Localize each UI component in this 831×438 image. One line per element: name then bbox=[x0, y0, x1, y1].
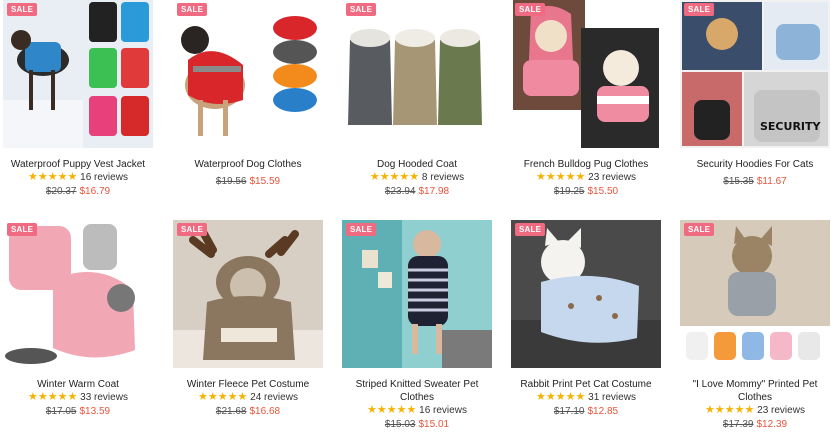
product-price: $20.37 $16.79 bbox=[3, 186, 153, 198]
product-title[interactable]: Rabbit Print Pet Cat Costume bbox=[511, 378, 661, 391]
rating-stars-icon: ★★★★★ bbox=[536, 391, 586, 403]
product-title[interactable]: Striped Knitted Sweater Pet Clothes bbox=[342, 378, 492, 404]
sale-badge: SALE bbox=[346, 223, 377, 236]
sale-badge: SALE bbox=[7, 3, 38, 16]
product-price: $23.94 $17.98 bbox=[342, 186, 492, 198]
rating-stars-icon: ★★★★★ bbox=[28, 171, 78, 183]
sale-badge: SALE bbox=[684, 223, 715, 236]
sale-price: $13.59 bbox=[79, 406, 111, 417]
product-price: $15.03 $15.01 bbox=[342, 419, 492, 431]
product-image[interactable]: SALE bbox=[173, 0, 323, 148]
product-rating: ★★★★★ 16 reviews bbox=[3, 171, 153, 184]
product-title[interactable]: French Bulldog Pug Clothes bbox=[511, 158, 661, 171]
sale-badge: SALE bbox=[7, 223, 38, 236]
product-grid: SALE Waterproof Puppy Vest Jacket ★★★★★ … bbox=[0, 0, 831, 438]
sale-badge: SALE bbox=[515, 3, 546, 16]
sale-badge: SALE bbox=[684, 3, 715, 16]
sale-badge: SALE bbox=[515, 223, 546, 236]
product-rating: ★★★★★ 31 reviews bbox=[511, 391, 661, 404]
rating-stars-icon: ★★★★★ bbox=[367, 404, 417, 416]
review-count: 24 reviews bbox=[250, 392, 298, 403]
original-price: $15.03 bbox=[384, 419, 416, 430]
sale-price: $15.59 bbox=[249, 176, 281, 187]
review-count: 23 reviews bbox=[757, 405, 805, 416]
sale-price: $15.01 bbox=[418, 419, 450, 430]
product-image[interactable]: SALE bbox=[173, 220, 323, 368]
sale-price: $12.39 bbox=[756, 419, 788, 430]
product-price: $21.68 $16.68 bbox=[173, 406, 323, 418]
review-count: 23 reviews bbox=[588, 172, 636, 183]
product-image[interactable]: SALE bbox=[680, 220, 830, 368]
original-price: $15.35 bbox=[723, 176, 754, 187]
product-price: $19.56 $15.59 bbox=[173, 176, 323, 188]
review-count: 16 reviews bbox=[419, 405, 467, 416]
rating-stars-icon: ★★★★★ bbox=[705, 404, 755, 416]
product-rating: ★★★★★ 24 reviews bbox=[173, 391, 323, 404]
product-rating: ★★★★★ 16 reviews bbox=[342, 404, 492, 417]
product-rating: ★★★★★ 23 reviews bbox=[680, 404, 830, 417]
product-title[interactable]: Waterproof Puppy Vest Jacket bbox=[3, 158, 153, 171]
review-count: 8 reviews bbox=[421, 172, 465, 183]
original-price: $19.56 bbox=[215, 176, 247, 187]
product-rating: ★★★★★ 8 reviews bbox=[342, 171, 492, 184]
product-price: $15.35 $11.67 bbox=[680, 176, 830, 188]
product-image[interactable]: SALE bbox=[342, 220, 492, 368]
product-title[interactable]: Dog Hooded Coat bbox=[342, 158, 492, 171]
product-image[interactable]: SECURITY SALE bbox=[680, 0, 830, 148]
product-price: $17.39 $12.39 bbox=[680, 419, 830, 431]
product-image[interactable]: SALE bbox=[3, 0, 153, 148]
svg-text:SECURITY: SECURITY bbox=[760, 120, 822, 133]
sale-price: $11.67 bbox=[756, 176, 787, 187]
sale-price: $12.85 bbox=[587, 406, 619, 417]
review-count: 33 reviews bbox=[80, 392, 128, 403]
original-price: $23.94 bbox=[384, 186, 416, 197]
sale-badge: SALE bbox=[177, 223, 208, 236]
product-price: $19.25 $15.50 bbox=[511, 186, 661, 198]
product-image[interactable]: SALE bbox=[511, 0, 661, 148]
review-count: 31 reviews bbox=[588, 392, 636, 403]
sale-price: $17.98 bbox=[418, 186, 450, 197]
product-price: $17.05 $13.59 bbox=[3, 406, 153, 418]
product-title[interactable]: Waterproof Dog Clothes bbox=[173, 158, 323, 171]
rating-stars-icon: ★★★★★ bbox=[536, 171, 586, 183]
sale-badge: SALE bbox=[177, 3, 208, 16]
original-price: $17.05 bbox=[45, 406, 77, 417]
sale-price: $16.68 bbox=[249, 406, 281, 417]
rating-stars-icon: ★★★★★ bbox=[198, 391, 248, 403]
product-image[interactable]: SALE bbox=[342, 0, 492, 148]
original-price: $17.39 bbox=[722, 419, 754, 430]
product-image[interactable]: SALE bbox=[511, 220, 661, 368]
rating-stars-icon: ★★★★★ bbox=[28, 391, 78, 403]
product-rating: ★★★★★ 23 reviews bbox=[511, 171, 661, 184]
product-title[interactable]: Winter Fleece Pet Costume bbox=[173, 378, 323, 391]
sale-badge: SALE bbox=[346, 3, 377, 16]
original-price: $17.10 bbox=[553, 406, 585, 417]
product-title[interactable]: "I Love Mommy" Printed Pet Clothes bbox=[680, 378, 830, 404]
original-price: $20.37 bbox=[45, 186, 77, 197]
product-price: $17.10 $12.85 bbox=[511, 406, 661, 418]
product-title[interactable]: Winter Warm Coat bbox=[3, 378, 153, 391]
rating-stars-icon: ★★★★★ bbox=[369, 171, 420, 183]
original-price: $21.68 bbox=[215, 406, 247, 417]
product-image[interactable]: SALE bbox=[3, 220, 153, 368]
sale-price: $15.50 bbox=[587, 186, 619, 197]
sale-price: $16.79 bbox=[79, 186, 111, 197]
review-count: 16 reviews bbox=[80, 172, 128, 183]
product-rating: ★★★★★ 33 reviews bbox=[3, 391, 153, 404]
original-price: $19.25 bbox=[553, 186, 585, 197]
product-title[interactable]: Security Hoodies For Cats bbox=[680, 158, 830, 171]
